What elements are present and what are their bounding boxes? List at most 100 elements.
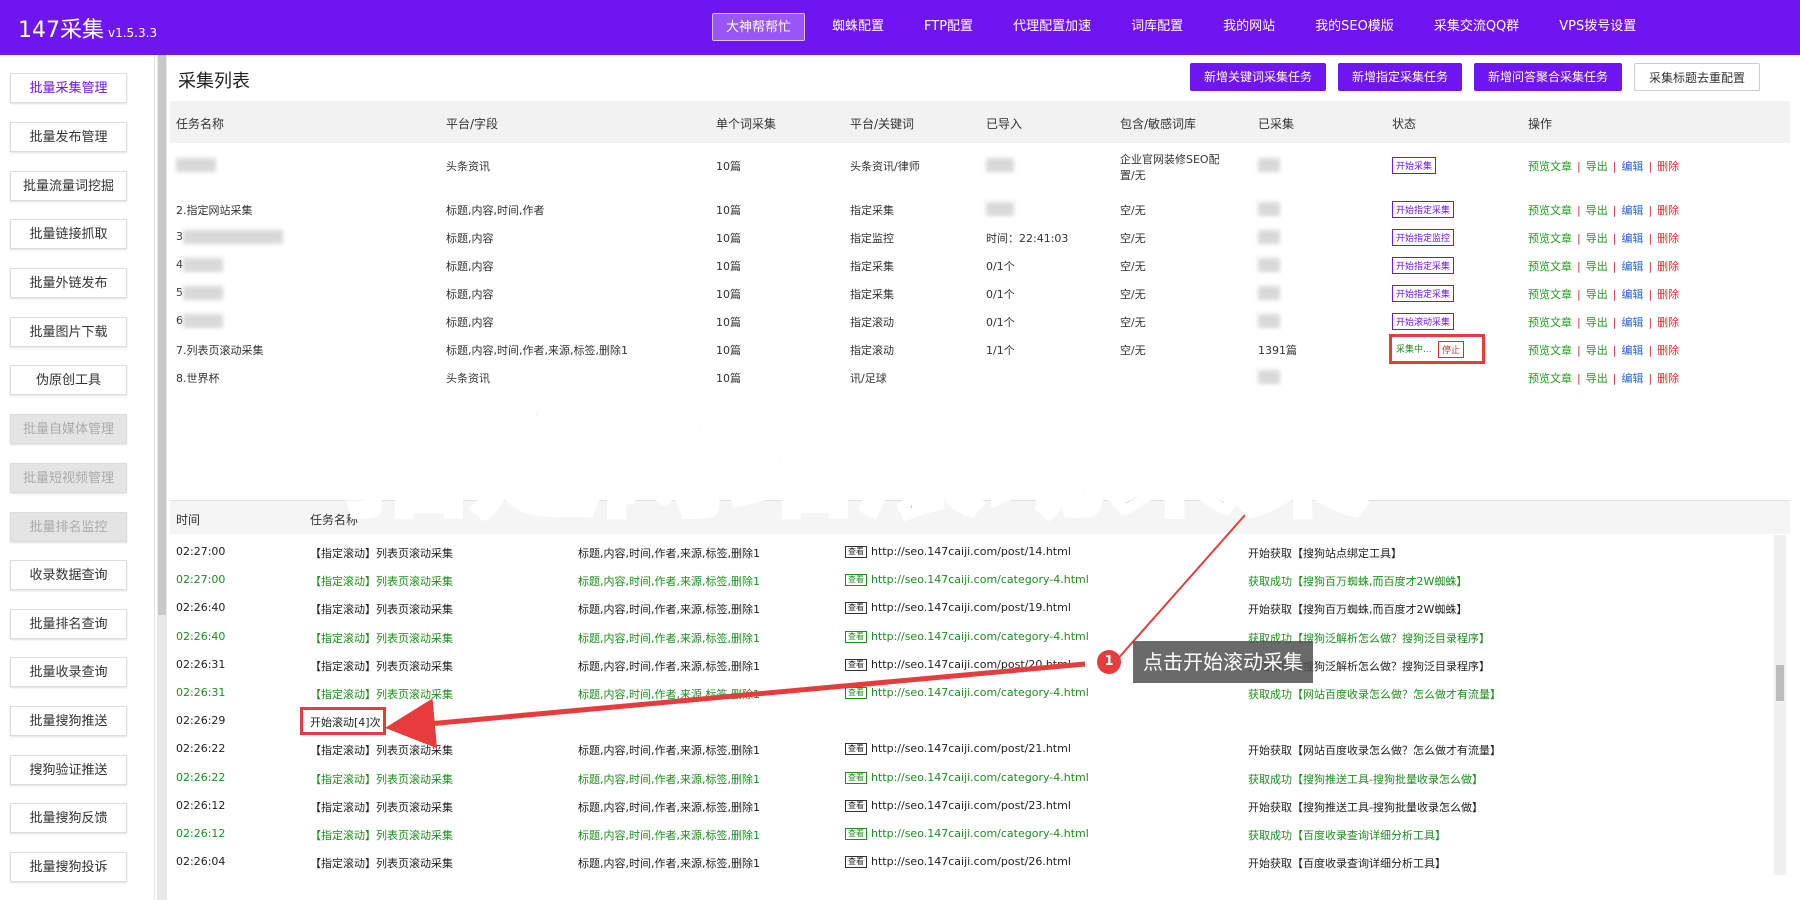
- task-library: 空/无: [1120, 258, 1146, 274]
- sidebar-item[interactable]: 批量搜狗投诉: [10, 852, 127, 882]
- start-task-button[interactable]: 开始滚动采集: [1392, 313, 1455, 330]
- start-task-button[interactable]: 开始采集: [1392, 157, 1437, 174]
- op-link[interactable]: 删除: [1657, 260, 1679, 273]
- op-link[interactable]: 导出: [1586, 260, 1608, 273]
- start-task-button[interactable]: 开始指定采集: [1392, 257, 1455, 274]
- sidebar-item[interactable]: 伪原创工具: [10, 365, 127, 395]
- top-nav-item[interactable]: 我的SEO模版: [1302, 13, 1407, 41]
- log-url-text[interactable]: http://seo.147caiji.com/post/19.html: [871, 601, 1071, 614]
- view-badge[interactable]: 查看: [845, 856, 867, 868]
- log-url-text[interactable]: http://seo.147caiji.com/post/20.html: [871, 658, 1071, 671]
- op-link[interactable]: 编辑: [1621, 288, 1643, 301]
- log-time: 02:27:00: [176, 573, 226, 586]
- view-badge[interactable]: 查看: [845, 631, 867, 643]
- start-task-button[interactable]: 开始指定采集: [1392, 201, 1455, 218]
- top-nav-item[interactable]: 我的网站: [1210, 13, 1288, 41]
- view-badge[interactable]: 查看: [845, 687, 867, 699]
- op-link[interactable]: 删除: [1657, 204, 1679, 217]
- sidebar-item[interactable]: 批量链接抓取: [10, 219, 127, 249]
- op-link[interactable]: 预览文章: [1528, 160, 1572, 173]
- op-separator: |: [1648, 316, 1653, 329]
- op-link[interactable]: 导出: [1586, 372, 1608, 385]
- op-link[interactable]: 删除: [1657, 160, 1679, 173]
- op-link[interactable]: 导出: [1586, 344, 1608, 357]
- view-badge[interactable]: 查看: [845, 546, 867, 558]
- op-link[interactable]: 预览文章: [1528, 344, 1572, 357]
- view-badge[interactable]: 查看: [845, 574, 867, 586]
- task-collected: [1258, 314, 1280, 328]
- start-task-button[interactable]: 开始指定采集: [1392, 285, 1455, 302]
- op-link[interactable]: 编辑: [1621, 344, 1643, 357]
- log-url-text[interactable]: http://seo.147caiji.com/post/26.html: [871, 855, 1071, 868]
- op-link[interactable]: 编辑: [1621, 260, 1643, 273]
- op-link[interactable]: 导出: [1586, 204, 1608, 217]
- op-link[interactable]: 删除: [1657, 372, 1679, 385]
- log-url-text[interactable]: http://seo.147caiji.com/category-4.html: [871, 771, 1089, 784]
- action-button[interactable]: 采集标题去重配置: [1633, 63, 1760, 91]
- log-task: 【指定滚动】列表页滚动采集: [310, 603, 453, 616]
- top-nav-item[interactable]: 词库配置: [1118, 13, 1196, 41]
- log-url-text[interactable]: http://seo.147caiji.com/post/14.html: [871, 545, 1071, 558]
- log-url-text[interactable]: http://seo.147caiji.com/category-4.html: [871, 573, 1089, 586]
- view-badge[interactable]: 查看: [845, 602, 867, 614]
- op-link[interactable]: 导出: [1586, 288, 1608, 301]
- top-nav-item[interactable]: 采集交流QQ群: [1421, 13, 1532, 41]
- op-link[interactable]: 预览文章: [1528, 372, 1572, 385]
- log-url-text[interactable]: http://seo.147caiji.com/post/23.html: [871, 799, 1071, 812]
- op-link[interactable]: 编辑: [1621, 316, 1643, 329]
- table-row: 2.指定网站采集 标题,内容,时间,作者 10篇 指定采集 空/无 开始指定采集 预览文章 |…: [170, 193, 1790, 221]
- op-link[interactable]: 删除: [1657, 232, 1679, 245]
- view-badge[interactable]: 查看: [845, 800, 867, 812]
- view-badge[interactable]: 查看: [845, 659, 867, 671]
- op-separator: |: [1648, 288, 1653, 301]
- op-link[interactable]: 预览文章: [1528, 260, 1572, 273]
- sidebar-item[interactable]: 批量图片下载: [10, 317, 127, 347]
- view-badge[interactable]: 查看: [845, 828, 867, 840]
- op-link[interactable]: 导出: [1586, 316, 1608, 329]
- action-button[interactable]: 新增关键词采集任务: [1189, 63, 1326, 91]
- action-button[interactable]: 新增指定采集任务: [1337, 63, 1462, 91]
- sidebar-item[interactable]: 批量收录查询: [10, 657, 127, 687]
- op-link[interactable]: 编辑: [1621, 204, 1643, 217]
- log-url-text[interactable]: http://seo.147caiji.com/category-4.html: [871, 827, 1089, 840]
- op-link[interactable]: 预览文章: [1528, 204, 1572, 217]
- op-link[interactable]: 预览文章: [1528, 316, 1572, 329]
- top-nav-item[interactable]: VPS拨号设置: [1546, 13, 1649, 41]
- log-url-text[interactable]: http://seo.147caiji.com/post/21.html: [871, 742, 1071, 755]
- task-kw: 指定滚动: [850, 344, 894, 357]
- op-link[interactable]: 编辑: [1621, 232, 1643, 245]
- op-link[interactable]: 预览文章: [1528, 232, 1572, 245]
- sidebar-item[interactable]: 批量外链发布: [10, 268, 127, 298]
- log-url-text[interactable]: http://seo.147caiji.com/category-4.html: [871, 630, 1089, 643]
- sidebar-item[interactable]: 批量发布管理: [10, 122, 127, 152]
- view-badge[interactable]: 查看: [845, 772, 867, 784]
- sidebar-item[interactable]: 批量搜狗推送: [10, 706, 127, 736]
- sidebar-item[interactable]: 批量排名查询: [10, 609, 127, 639]
- overlay-banner: 指定网站滚动采集: [342, 387, 1370, 537]
- op-link[interactable]: 删除: [1657, 344, 1679, 357]
- op-link[interactable]: 删除: [1657, 316, 1679, 329]
- sidebar-scroll-thumb[interactable]: [158, 55, 166, 615]
- op-link[interactable]: 预览文章: [1528, 288, 1572, 301]
- action-button[interactable]: 新增问答聚合采集任务: [1473, 63, 1622, 91]
- top-nav-item[interactable]: 蜘蛛配置: [819, 13, 897, 41]
- top-nav-item[interactable]: 大神帮帮忙: [712, 13, 806, 41]
- top-nav-item[interactable]: 代理配置加速: [1000, 13, 1104, 41]
- op-link[interactable]: 导出: [1586, 160, 1608, 173]
- log-url-text[interactable]: http://seo.147caiji.com/category-4.html: [871, 686, 1089, 699]
- sidebar-item[interactable]: 收录数据查询: [10, 560, 127, 590]
- start-task-button[interactable]: 开始指定监控: [1392, 229, 1455, 246]
- op-link[interactable]: 删除: [1657, 288, 1679, 301]
- sidebar-item[interactable]: 批量流量词挖掘: [10, 171, 127, 201]
- op-link[interactable]: 编辑: [1621, 372, 1643, 385]
- top-nav-item[interactable]: FTP配置: [911, 13, 986, 41]
- sidebar-item[interactable]: 批量搜狗反馈: [10, 803, 127, 833]
- sidebar-item[interactable]: 批量采集管理: [10, 73, 127, 103]
- op-link[interactable]: 编辑: [1621, 160, 1643, 173]
- log-scroll-thumb[interactable]: [1776, 665, 1784, 701]
- sidebar-scrollbar[interactable]: [157, 55, 167, 900]
- view-badge[interactable]: 查看: [845, 743, 867, 755]
- op-link[interactable]: 导出: [1586, 232, 1608, 245]
- sidebar-item[interactable]: 搜狗验证推送: [10, 755, 127, 785]
- log-scrollbar[interactable]: [1774, 535, 1786, 875]
